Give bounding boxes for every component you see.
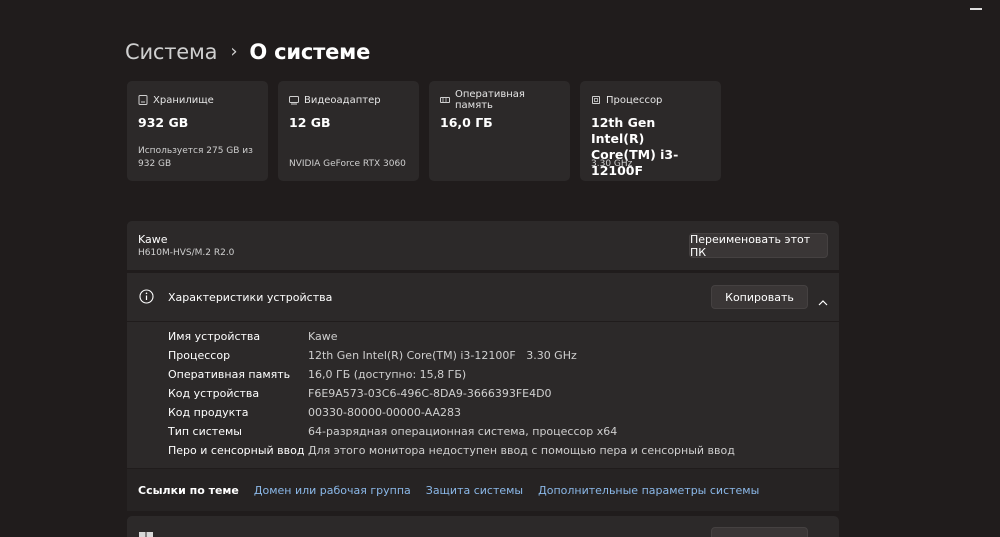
spec-value: 16,0 ГБ (доступно: 15,8 ГБ) xyxy=(308,368,467,381)
spec-value: 00330-80000-00000-AA283 xyxy=(308,406,461,419)
advanced-system-settings-link[interactable]: Дополнительные параметры системы xyxy=(538,484,759,497)
copy-button-windows[interactable] xyxy=(711,527,808,537)
windows-logo-icon xyxy=(139,531,153,537)
storage-card[interactable]: Хранилище 932 GB Используется 275 GB из … xyxy=(127,81,268,181)
rename-pc-button[interactable]: Переименовать этот ПК xyxy=(689,233,828,259)
gpu-icon xyxy=(289,95,299,105)
breadcrumb-separator-icon: › xyxy=(230,40,238,62)
ram-value: 16,0 ГБ xyxy=(440,115,493,130)
spec-label: Код устройства xyxy=(168,387,260,400)
storage-icon xyxy=(138,95,148,105)
related-links: Ссылки по теме Домен или рабочая группа … xyxy=(127,469,839,511)
device-model: H610M-HVS/M.2 R2.0 xyxy=(138,248,235,258)
spec-value: Для этого монитора недоступен ввод с пом… xyxy=(308,444,735,457)
spec-row: Процессор 12th Gen Intel(R) Core(TM) i3-… xyxy=(168,349,577,365)
spec-label: Имя устройства xyxy=(168,330,261,343)
spec-label: Перо и сенсорный ввод xyxy=(168,444,305,457)
device-specs-header[interactable]: Характеристики устройства Копировать xyxy=(127,273,839,321)
spec-label: Процессор xyxy=(168,349,231,362)
gpu-model: NVIDIA GeForce RTX 3060 xyxy=(289,159,406,169)
spec-value: F6E9A573-03C6-496C-8DA9-3666393FE4D0 xyxy=(308,387,552,400)
cpu-icon xyxy=(591,95,601,105)
chevron-up-icon[interactable] xyxy=(818,292,828,306)
device-name: Kawe xyxy=(138,233,168,246)
breadcrumb: Система › О системе xyxy=(125,40,370,64)
system-protection-link[interactable]: Защита системы xyxy=(426,484,523,497)
ram-label: Оперативная память xyxy=(455,89,525,111)
window-minimize-icon[interactable] xyxy=(970,8,982,10)
spec-value: 64-разрядная операционная система, проце… xyxy=(308,425,618,438)
storage-label: Хранилище xyxy=(153,94,214,106)
related-links-title: Ссылки по теме xyxy=(138,483,239,497)
spec-row: Код устройства F6E9A573-03C6-496C-8DA9-3… xyxy=(168,387,552,403)
ram-card[interactable]: Оперативная память 16,0 ГБ xyxy=(429,81,570,181)
device-name-panel: Kawe H610M-HVS/M.2 R2.0 Переименовать эт… xyxy=(127,221,839,270)
domain-workgroup-link[interactable]: Домен или рабочая группа xyxy=(254,484,411,497)
spec-value: 12th Gen Intel(R) Core(TM) i3-12100F 3.3… xyxy=(308,349,577,362)
spec-label: Тип системы xyxy=(168,425,242,438)
storage-value: 932 GB xyxy=(138,115,189,130)
device-specs-title: Характеристики устройства xyxy=(168,291,333,304)
storage-usage: Используется 275 GB из 932 GB xyxy=(138,146,253,169)
device-specs-list: Имя устройства Kawe Процессор 12th Gen I… xyxy=(127,322,839,468)
spec-value: Kawe xyxy=(308,330,338,343)
cpu-card[interactable]: Процессор 12th Gen Intel(R) Core(TM) i3-… xyxy=(580,81,721,181)
breadcrumb-parent[interactable]: Система xyxy=(125,40,218,64)
gpu-label: Видеоадаптер xyxy=(304,94,381,106)
spec-row: Оперативная память 16,0 ГБ (доступно: 15… xyxy=(168,368,466,384)
info-icon xyxy=(139,289,154,304)
spec-row: Код продукта 00330-80000-00000-AA283 xyxy=(168,406,461,422)
windows-specs-header[interactable] xyxy=(127,516,839,537)
ram-icon xyxy=(440,95,450,105)
spec-row: Тип системы 64-разрядная операционная си… xyxy=(168,425,617,441)
gpu-value: 12 GB xyxy=(289,115,331,130)
page-title: О системе xyxy=(249,40,371,64)
spec-row: Перо и сенсорный ввод Для этого монитора… xyxy=(168,444,735,460)
spec-label: Код продукта xyxy=(168,406,249,419)
spec-row: Имя устройства Kawe xyxy=(168,330,338,346)
spec-label: Оперативная память xyxy=(168,368,291,381)
cpu-frequency: 3.30 GHz xyxy=(591,159,633,169)
spec-cards: Хранилище 932 GB Используется 275 GB из … xyxy=(127,81,731,181)
cpu-label: Процессор xyxy=(606,94,663,106)
copy-button[interactable]: Копировать xyxy=(711,285,808,309)
gpu-card[interactable]: Видеоадаптер 12 GB NVIDIA GeForce RTX 30… xyxy=(278,81,419,181)
